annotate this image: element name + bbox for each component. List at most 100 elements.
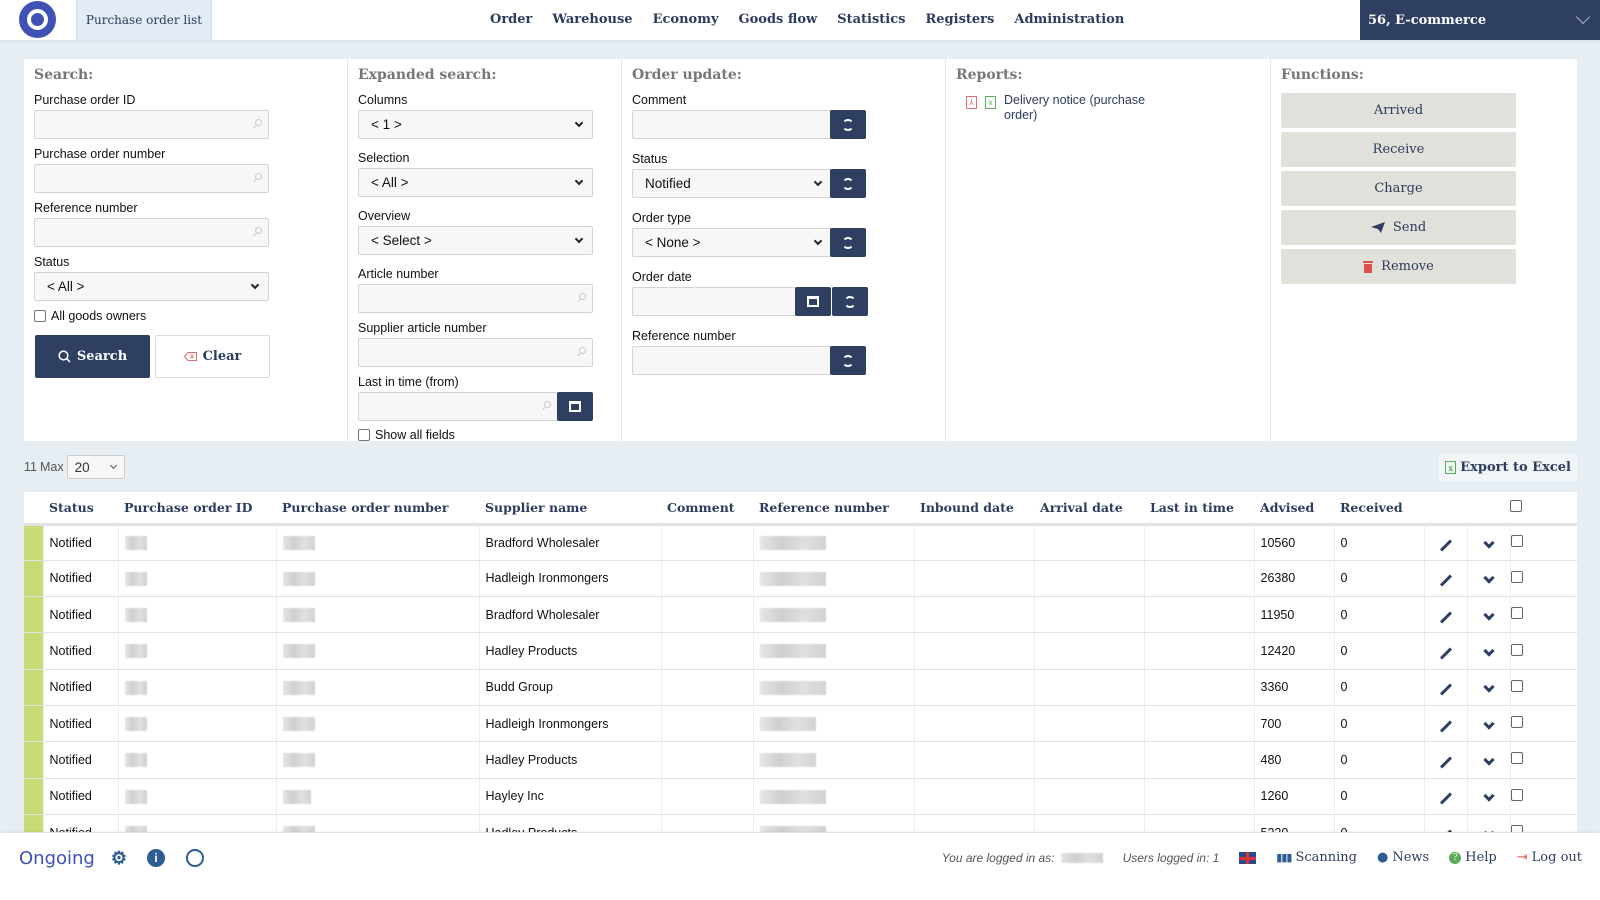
cell-select[interactable]: [1510, 814, 1577, 832]
settings-gears-icon[interactable]: ⚙: [110, 849, 128, 867]
pencil-icon[interactable]: [1439, 720, 1451, 732]
logo[interactable]: [19, 1, 56, 38]
max-rows-select[interactable]: 20: [67, 455, 125, 479]
table-row[interactable]: NotifiedBradford Wholesaler105600: [24, 524, 1577, 560]
purchase-order-number-input[interactable]: [35, 165, 268, 192]
table-row[interactable]: NotifiedHadley Products124200: [24, 633, 1577, 669]
nav-administration[interactable]: Administration: [1014, 12, 1124, 27]
reference-number-input[interactable]: [35, 219, 268, 246]
pdf-icon[interactable]: ⅄: [966, 96, 977, 109]
table-row[interactable]: NotifiedHadleigh Ironmongers263800: [24, 560, 1577, 596]
excel-icon[interactable]: x: [985, 96, 996, 109]
header-status[interactable]: Status: [43, 492, 118, 524]
tab-purchase-order-list[interactable]: Purchase order list: [76, 0, 212, 40]
order-date-input[interactable]: [633, 288, 796, 315]
header-arrival-date[interactable]: Arrival date: [1034, 492, 1144, 524]
purchase-order-number-field[interactable]: [34, 164, 269, 193]
cell-expand[interactable]: [1467, 778, 1510, 814]
update-comment-button[interactable]: [830, 110, 866, 139]
table-row[interactable]: NotifiedHayley Inc12600: [24, 778, 1577, 814]
cell-edit[interactable]: [1424, 705, 1467, 741]
chevron-down-icon[interactable]: [1483, 645, 1494, 656]
cell-purchase-order-id[interactable]: [118, 560, 276, 596]
send-button[interactable]: Send: [1281, 210, 1516, 245]
cell-purchase-order-id[interactable]: [118, 814, 276, 832]
goods-owner-selector[interactable]: 56, E-commerce: [1360, 0, 1600, 40]
report-link-delivery-notice[interactable]: Delivery notice (purchase order): [1004, 93, 1154, 123]
chevron-down-icon[interactable]: [1483, 537, 1494, 548]
globe-icon[interactable]: [186, 849, 204, 867]
row-checkbox[interactable]: [1511, 680, 1523, 692]
update-order-type-button[interactable]: [830, 228, 866, 257]
clear-button[interactable]: Clear: [155, 335, 270, 378]
brand-name[interactable]: Ongoing: [19, 848, 95, 869]
cell-edit[interactable]: [1424, 778, 1467, 814]
header-select-all[interactable]: [1510, 492, 1577, 524]
columns-select[interactable]: < 1 >: [358, 110, 593, 139]
checkbox-icon[interactable]: [358, 429, 370, 441]
cell-edit[interactable]: [1424, 742, 1467, 778]
selection-select[interactable]: < All >: [358, 168, 593, 197]
cell-purchase-order-id[interactable]: [118, 778, 276, 814]
cell-select[interactable]: [1510, 778, 1577, 814]
update-reference-number-button[interactable]: [830, 346, 866, 375]
table-row[interactable]: NotifiedHadley Products4800: [24, 742, 1577, 778]
last-in-time-field[interactable]: [358, 392, 558, 421]
row-checkbox[interactable]: [1511, 571, 1523, 583]
row-checkbox[interactable]: [1511, 644, 1523, 656]
row-checkbox[interactable]: [1511, 716, 1523, 728]
cell-purchase-order-id[interactable]: [118, 633, 276, 669]
article-number-field[interactable]: [358, 284, 593, 313]
row-checkbox[interactable]: [1511, 825, 1523, 832]
cell-purchase-order-number[interactable]: [276, 742, 479, 778]
header-reference-number[interactable]: Reference number: [753, 492, 914, 524]
row-checkbox[interactable]: [1511, 535, 1523, 547]
logout-link[interactable]: ⇥Log out: [1517, 850, 1582, 865]
header-purchase-order-id[interactable]: Purchase order ID: [118, 492, 276, 524]
cell-select[interactable]: [1510, 560, 1577, 596]
order-date-calendar-button[interactable]: [795, 287, 831, 316]
reference-number-field[interactable]: [34, 218, 269, 247]
nav-goods-flow[interactable]: Goods flow: [739, 12, 818, 27]
pencil-icon[interactable]: [1439, 611, 1451, 623]
comment-field[interactable]: [632, 110, 832, 139]
supplier-article-number-field[interactable]: [358, 338, 593, 367]
remove-button[interactable]: Remove: [1281, 249, 1516, 284]
nav-statistics[interactable]: Statistics: [837, 12, 905, 27]
header-last-in-time[interactable]: Last in time: [1144, 492, 1254, 524]
cell-purchase-order-id[interactable]: [118, 742, 276, 778]
cell-purchase-order-number[interactable]: [276, 633, 479, 669]
nav-economy[interactable]: Economy: [653, 12, 719, 27]
cell-edit[interactable]: [1424, 814, 1467, 832]
pencil-icon[interactable]: [1439, 756, 1451, 768]
nav-warehouse[interactable]: Warehouse: [552, 12, 632, 27]
header-received[interactable]: Received: [1334, 492, 1424, 524]
overview-select[interactable]: < Select >: [358, 226, 593, 255]
chevron-down-icon[interactable]: [1483, 573, 1494, 584]
chevron-down-icon[interactable]: [1483, 791, 1494, 802]
chevron-down-icon[interactable]: [1483, 609, 1494, 620]
calendar-button[interactable]: [557, 392, 593, 421]
cell-edit[interactable]: [1424, 524, 1467, 560]
cell-expand[interactable]: [1467, 814, 1510, 832]
pencil-icon[interactable]: [1439, 829, 1451, 832]
cell-purchase-order-number[interactable]: [276, 524, 479, 560]
help-link[interactable]: ?Help: [1449, 850, 1497, 865]
pencil-icon[interactable]: [1439, 539, 1451, 551]
cell-purchase-order-number[interactable]: [276, 597, 479, 633]
header-purchase-order-number[interactable]: Purchase order number: [276, 492, 479, 524]
nav-registers[interactable]: Registers: [925, 12, 994, 27]
order-date-field[interactable]: [632, 287, 797, 316]
purchase-order-id-field[interactable]: [34, 110, 269, 139]
row-checkbox[interactable]: [1511, 752, 1523, 764]
update-status-select[interactable]: Notified: [632, 169, 832, 198]
row-checkbox[interactable]: [1511, 789, 1523, 801]
header-inbound-date[interactable]: Inbound date: [914, 492, 1034, 524]
last-in-time-input[interactable]: [359, 393, 557, 420]
cell-edit[interactable]: [1424, 597, 1467, 633]
cell-expand[interactable]: [1467, 742, 1510, 778]
cell-purchase-order-number[interactable]: [276, 778, 479, 814]
cell-select[interactable]: [1510, 742, 1577, 778]
scanning-link[interactable]: ▮▮▮Scanning: [1276, 850, 1357, 865]
cell-purchase-order-number[interactable]: [276, 669, 479, 705]
